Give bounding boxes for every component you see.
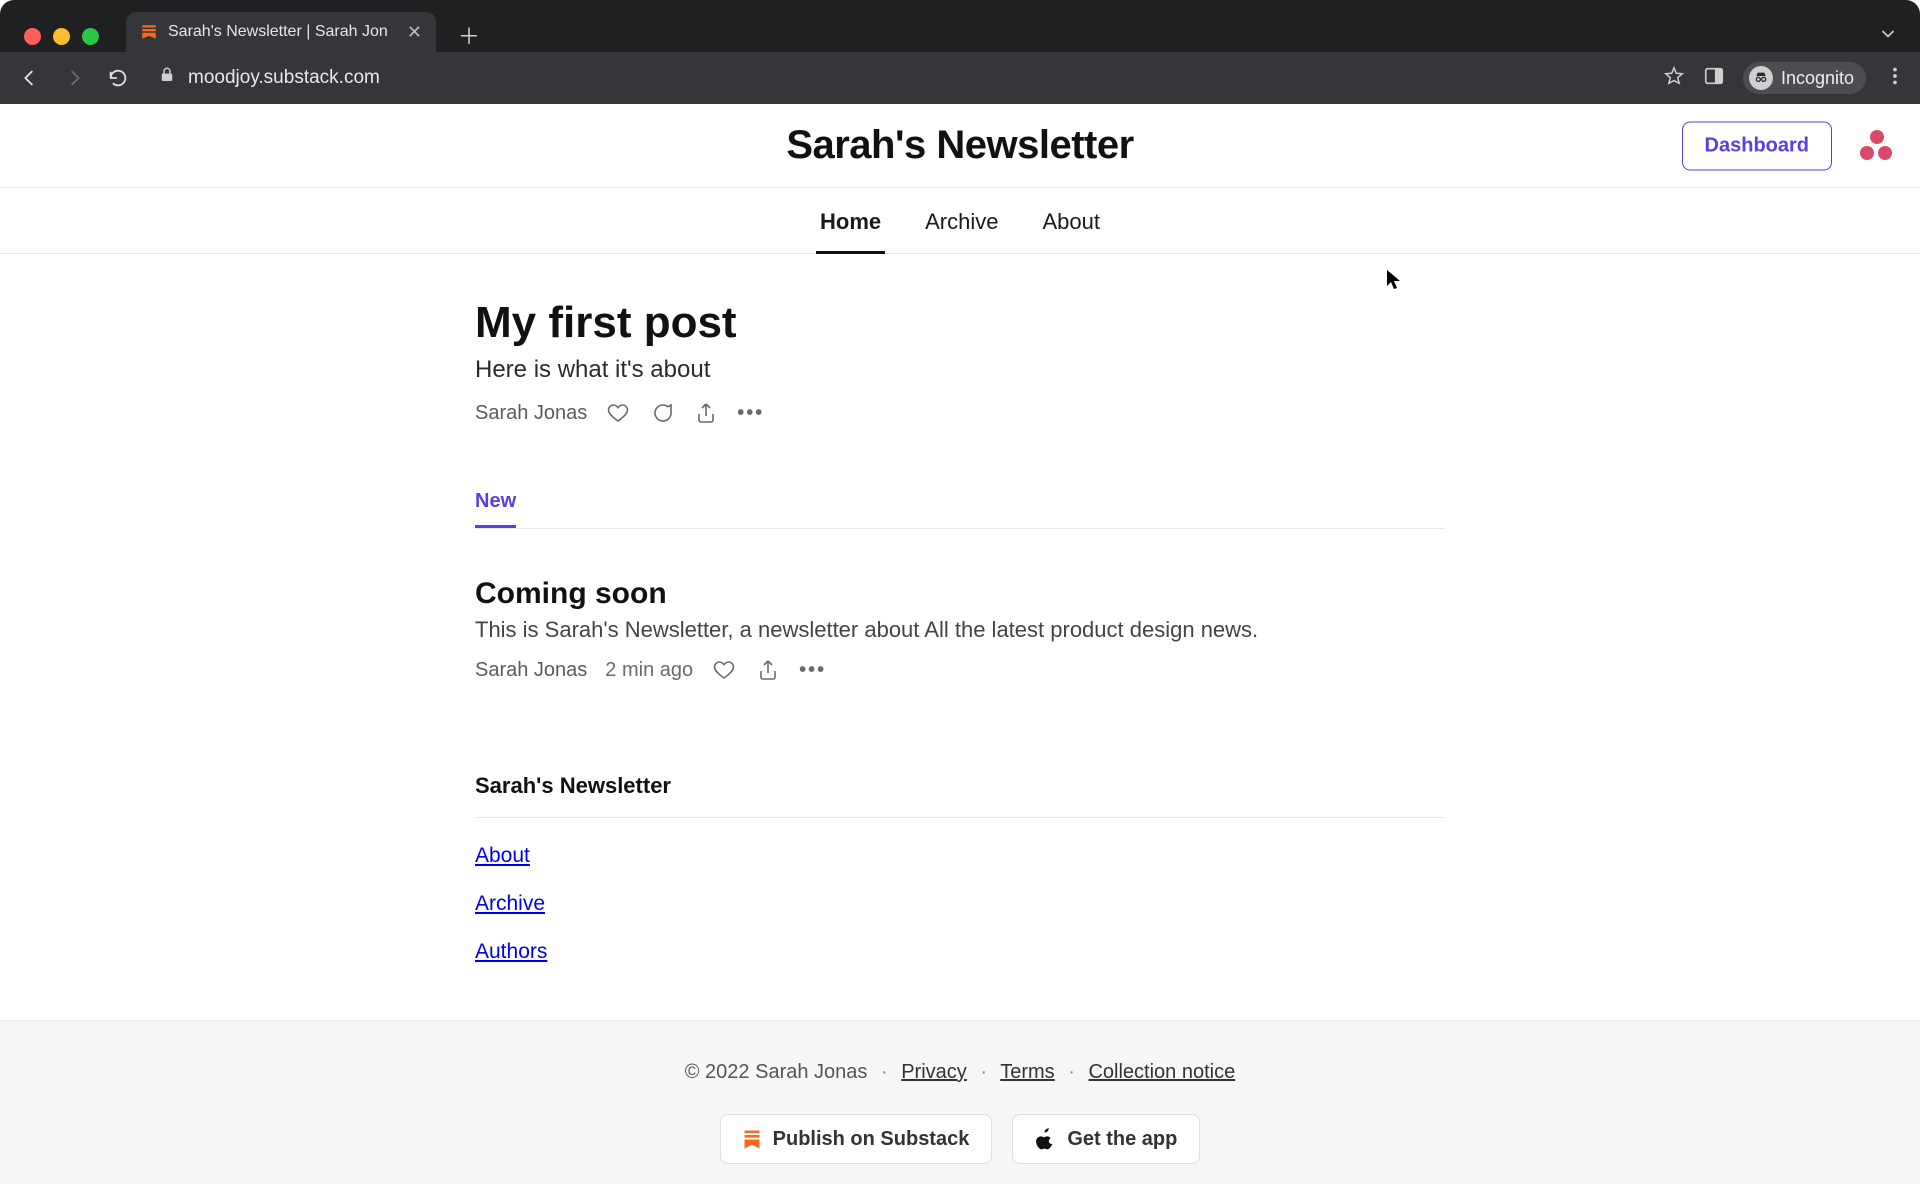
avatar[interactable] xyxy=(1856,128,1892,164)
copyright: © 2022 Sarah Jonas xyxy=(685,1061,868,1083)
footer-link-label: About xyxy=(475,844,530,867)
dashboard-button[interactable]: Dashboard xyxy=(1682,121,1832,170)
apple-icon xyxy=(1035,1127,1055,1151)
publish-label: Publish on Substack xyxy=(773,1128,970,1151)
panel-icon[interactable] xyxy=(1703,65,1725,92)
window-zoom-icon[interactable] xyxy=(82,28,99,45)
featured-meta: Sarah Jonas ••• xyxy=(475,400,1445,426)
post-author[interactable]: Sarah Jonas xyxy=(475,659,587,682)
footer-link-label: Authors xyxy=(475,940,547,963)
avatar-dot-icon xyxy=(1860,146,1874,160)
post-title: Coming soon xyxy=(475,577,1445,611)
tab-title: Sarah's Newsletter | Sarah Jon xyxy=(168,23,397,41)
footer-link-archive[interactable]: Archive xyxy=(475,892,1445,916)
new-tab-button[interactable]: ＋ xyxy=(454,20,484,50)
comment-icon[interactable] xyxy=(649,400,675,426)
featured-author[interactable]: Sarah Jonas xyxy=(475,402,587,425)
more-icon[interactable]: ••• xyxy=(799,659,826,682)
tab-close-icon[interactable]: ✕ xyxy=(407,22,422,43)
avatar-dot-icon xyxy=(1870,130,1884,144)
bookmark-icon[interactable] xyxy=(1663,65,1685,92)
footer-link-about[interactable]: About xyxy=(475,844,1445,868)
address-bar: moodjoy.substack.com Incognito xyxy=(0,52,1920,104)
post-desc: This is Sarah's Newsletter, a newsletter… xyxy=(475,617,1445,643)
page: Sarah's Newsletter Dashboard Home Archiv… xyxy=(0,104,1920,1200)
footer-link-label: Archive xyxy=(475,892,545,915)
list-item[interactable]: Coming soon This is Sarah's Newsletter, … xyxy=(475,577,1445,683)
dashboard-label: Dashboard xyxy=(1705,134,1809,156)
tab-home-label: Home xyxy=(820,209,881,234)
featured-title: My first post xyxy=(475,298,1445,348)
like-icon[interactable] xyxy=(711,657,737,683)
get-app-button[interactable]: Get the app xyxy=(1012,1114,1200,1164)
app-label: Get the app xyxy=(1067,1128,1177,1151)
footer-title: Sarah's Newsletter xyxy=(475,773,1445,818)
tabs-overflow-icon[interactable] xyxy=(1878,24,1898,49)
collection-label: Collection notice xyxy=(1088,1061,1235,1083)
footer-link-authors[interactable]: Authors xyxy=(475,940,1445,964)
incognito-label: Incognito xyxy=(1781,68,1854,89)
avatar-dot-icon xyxy=(1878,146,1892,160)
collection-link[interactable]: Collection notice xyxy=(1088,1061,1235,1083)
site-title[interactable]: Sarah's Newsletter xyxy=(786,123,1133,168)
back-button[interactable] xyxy=(14,62,46,94)
terms-label: Terms xyxy=(1000,1061,1054,1083)
tab-archive-label: Archive xyxy=(925,209,998,234)
content: My first post Here is what it's about Sa… xyxy=(475,254,1445,964)
browser-menu-icon[interactable] xyxy=(1884,65,1906,92)
browser-chrome: Sarah's Newsletter | Sarah Jon ✕ ＋ moodj… xyxy=(0,0,1920,104)
tab-about[interactable]: About xyxy=(1038,191,1104,253)
publish-substack-button[interactable]: Publish on Substack xyxy=(720,1114,993,1164)
substack-favicon-icon xyxy=(140,23,158,41)
post-time: 2 min ago xyxy=(605,659,693,682)
share-icon[interactable] xyxy=(693,400,719,426)
featured-post[interactable]: My first post Here is what it's about Sa… xyxy=(475,298,1445,426)
window-controls xyxy=(24,28,99,45)
like-icon[interactable] xyxy=(605,400,631,426)
footer-block: Sarah's Newsletter About Archive Authors xyxy=(475,773,1445,964)
post-meta: Sarah Jonas 2 min ago ••• xyxy=(475,657,1445,683)
tab-about-label: About xyxy=(1042,209,1100,234)
featured-subtitle: Here is what it's about xyxy=(475,356,1445,384)
forward-button xyxy=(58,62,90,94)
filter-new[interactable]: New xyxy=(475,482,516,528)
browser-tab[interactable]: Sarah's Newsletter | Sarah Jon ✕ xyxy=(126,12,436,52)
cta-row: Publish on Substack Get the app xyxy=(0,1114,1920,1164)
more-icon[interactable]: ••• xyxy=(737,402,764,425)
incognito-badge[interactable]: Incognito xyxy=(1743,62,1866,94)
window-minimize-icon[interactable] xyxy=(53,28,70,45)
legal-bar: © 2022 Sarah Jonas · Privacy · Terms · C… xyxy=(0,1020,1920,1184)
share-icon[interactable] xyxy=(755,657,781,683)
site-topbar: Sarah's Newsletter Dashboard xyxy=(0,104,1920,188)
filter-tabs: New xyxy=(475,482,1445,529)
filter-new-label: New xyxy=(475,490,516,512)
terms-link[interactable]: Terms xyxy=(1000,1061,1054,1083)
url-field[interactable]: moodjoy.substack.com xyxy=(146,66,1651,90)
legal-inner: © 2022 Sarah Jonas · Privacy · Terms · C… xyxy=(0,1061,1920,1084)
url-text: moodjoy.substack.com xyxy=(188,67,380,89)
substack-icon xyxy=(743,1129,761,1149)
reload-button[interactable] xyxy=(102,62,134,94)
tab-archive[interactable]: Archive xyxy=(921,191,1002,253)
privacy-label: Privacy xyxy=(901,1061,967,1083)
nav-tabs: Home Archive About xyxy=(0,188,1920,254)
privacy-link[interactable]: Privacy xyxy=(901,1061,967,1083)
footer-links: About Archive Authors xyxy=(475,818,1445,964)
window-close-icon[interactable] xyxy=(24,28,41,45)
incognito-icon xyxy=(1749,66,1773,90)
tab-home[interactable]: Home xyxy=(816,191,885,253)
lock-icon xyxy=(158,66,176,90)
